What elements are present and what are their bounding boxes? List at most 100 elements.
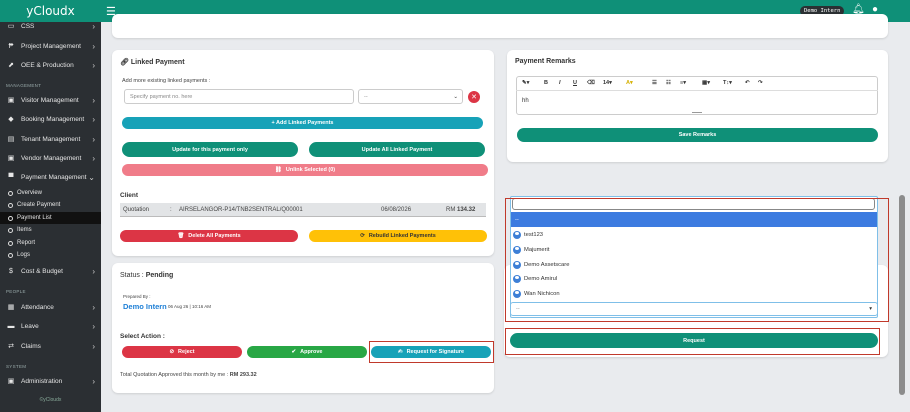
- circle-icon: [8, 252, 13, 258]
- building-icon: ▤: [7, 136, 15, 143]
- chevron-right-icon: ›: [92, 153, 95, 163]
- underline-button[interactable]: U: [573, 80, 577, 86]
- sidebar-sub-logs[interactable]: Logs: [0, 249, 101, 261]
- unlink-selected-button[interactable]: ⛓︎ Unlink Selected (0): [122, 164, 488, 176]
- sidebar-sub-overview[interactable]: Overview: [0, 187, 101, 199]
- add-linked-payments-button[interactable]: + Add Linked Payments: [122, 117, 483, 129]
- highlight-dropdown: [505, 198, 889, 322]
- sidebar-item-vendor-management[interactable]: ▣ Vendor Management ›: [0, 150, 101, 166]
- chevron-right-icon: ›: [92, 60, 95, 70]
- sidebar-item-leave[interactable]: ▬ Leave ›: [0, 318, 101, 334]
- sidebar-item-booking-management[interactable]: ◆ Booking Management ›: [0, 111, 101, 127]
- toolbar-divider: [516, 90, 878, 91]
- payment-no-input[interactable]: Specify payment no. here: [124, 89, 354, 104]
- link-icon: 🔗︎: [120, 59, 129, 66]
- italic-button[interactable]: I: [559, 80, 561, 86]
- dollar-icon: $: [9, 267, 13, 275]
- circle-icon: [8, 227, 13, 233]
- numbered-list-icon[interactable]: ☷: [666, 80, 671, 86]
- total-approved-text: Total Quotation Approved this month by m…: [120, 372, 257, 378]
- undo-icon[interactable]: ↶: [745, 80, 750, 86]
- chevron-right-icon: ›: [92, 41, 95, 51]
- redo-icon[interactable]: ↷: [758, 80, 763, 86]
- resize-handle[interactable]: [692, 112, 702, 113]
- table-icon[interactable]: ▦▾: [702, 80, 710, 86]
- chevron-right-icon: ›: [92, 376, 95, 386]
- sidebar-item-tenant-management[interactable]: ▤ Tenant Management ›: [0, 131, 101, 147]
- font-color-icon[interactable]: A▾: [626, 80, 633, 86]
- bold-button[interactable]: B: [544, 80, 548, 86]
- delete-all-payments-button[interactable]: 🗑︎ Delete All Payments: [120, 230, 298, 242]
- approve-button[interactable]: ✔ Approve: [247, 346, 367, 358]
- text-height-icon[interactable]: T↕▾: [723, 80, 732, 86]
- remarks-editor[interactable]: [516, 76, 878, 115]
- chevron-right-icon: ›: [92, 341, 95, 351]
- sidebar-item-administration[interactable]: ▣ Administration ›: [0, 373, 101, 389]
- section-management: MANAGEMENT: [6, 83, 42, 88]
- sidebar-item-project-management[interactable]: ₱ Project Management ›: [0, 38, 101, 54]
- sidebar-item-oee-production[interactable]: ⬈ OEE & Production ›: [0, 57, 101, 73]
- sidebar-item-cost-budget[interactable]: $ Cost & Budget ›: [0, 263, 101, 279]
- chevron-down-icon: ⌄: [88, 172, 95, 182]
- id-card-icon: ▣: [7, 97, 15, 104]
- vendor-icon: ▣: [7, 155, 15, 162]
- highlight-request: [505, 328, 880, 355]
- chevron-right-icon: ›: [92, 21, 95, 31]
- section-system: SYSTEM: [6, 364, 27, 369]
- font-size-select[interactable]: 14▾: [603, 80, 612, 86]
- monitor-icon: ▭: [7, 23, 15, 30]
- project-icon: ₱: [8, 42, 14, 50]
- add-linked-label: Add more existing linked payments :: [122, 78, 211, 84]
- sidebar-sub-create-payment[interactable]: Create Payment: [0, 199, 101, 211]
- sidebar-item-attendance[interactable]: ▦ Attendance ›: [0, 299, 101, 315]
- row-separator: :: [170, 207, 172, 213]
- refresh-icon: ⟳: [360, 233, 365, 239]
- update-all-linked-button[interactable]: Update All Linked Payment: [309, 142, 485, 157]
- row-amount: RM 134.32: [446, 207, 476, 213]
- prepared-datetime: 06 Aug 26 | 10:16 AM: [168, 304, 211, 309]
- circle-icon: [8, 215, 13, 221]
- close-icon: ✕: [471, 94, 477, 101]
- status-row: Status : Pending: [120, 272, 174, 279]
- top-card: [112, 14, 888, 38]
- cart-icon: ▀: [8, 173, 14, 181]
- linked-row[interactable]: [120, 203, 486, 217]
- trash-icon: 🗑︎: [177, 233, 185, 239]
- chevron-right-icon: ›: [92, 114, 95, 124]
- chevron-right-icon: ›: [92, 321, 95, 331]
- chevron-down-icon: ⌄: [453, 93, 458, 100]
- clear-button[interactable]: ✕: [468, 91, 480, 103]
- prepared-by-label: Prepared By :: [123, 294, 151, 299]
- linked-type-select[interactable]: -- ⌄: [358, 89, 463, 104]
- chevron-right-icon: ›: [92, 302, 95, 312]
- bed-icon: ▬: [7, 322, 15, 330]
- style-icon[interactable]: ✎▾: [522, 80, 529, 86]
- chevron-right-icon: ›: [92, 95, 95, 105]
- circle-icon: [8, 202, 13, 208]
- ban-icon: ⊘: [169, 349, 175, 355]
- sidebar-sub-items[interactable]: Items: [0, 224, 101, 236]
- client-label: Client: [120, 192, 139, 199]
- sidebar-item-claims[interactable]: ⇄ Claims ›: [0, 338, 101, 354]
- sidebar-sub-report[interactable]: Report: [0, 237, 101, 249]
- remarks-title: Payment Remarks: [515, 58, 576, 65]
- section-people: PEOPLE: [6, 289, 26, 294]
- preparer-name[interactable]: Demo Intern: [123, 302, 167, 311]
- swap-icon: ⇄: [8, 343, 14, 350]
- update-this-payment-button[interactable]: Update for this payment only: [122, 142, 298, 157]
- highlight-request-signature: [369, 341, 494, 363]
- footer-logo: ©yCloudx: [39, 397, 62, 403]
- scrollbar[interactable]: [899, 195, 905, 395]
- align-icon[interactable]: ≡▾: [680, 80, 686, 86]
- tag-icon: ◆: [8, 116, 14, 123]
- bullet-list-icon[interactable]: ☰: [652, 80, 657, 86]
- sidebar-item-visitor-management[interactable]: ▣ Visitor Management ›: [0, 92, 101, 108]
- sidebar-item-css[interactable]: ▭ CSS ›: [0, 18, 101, 34]
- chevron-right-icon: ›: [92, 134, 95, 144]
- eraser-icon[interactable]: ⌫: [587, 80, 595, 86]
- sidebar-sub-payment-list[interactable]: Payment List: [0, 212, 101, 224]
- sidebar-item-payment-management[interactable]: ▀ Payment Management ⌄: [0, 169, 101, 185]
- reject-button[interactable]: ⊘ Reject: [122, 346, 242, 358]
- rebuild-linked-button[interactable]: ⟳ Rebuild Linked Payments: [309, 230, 487, 242]
- save-remarks-button[interactable]: Save Remarks: [517, 128, 878, 142]
